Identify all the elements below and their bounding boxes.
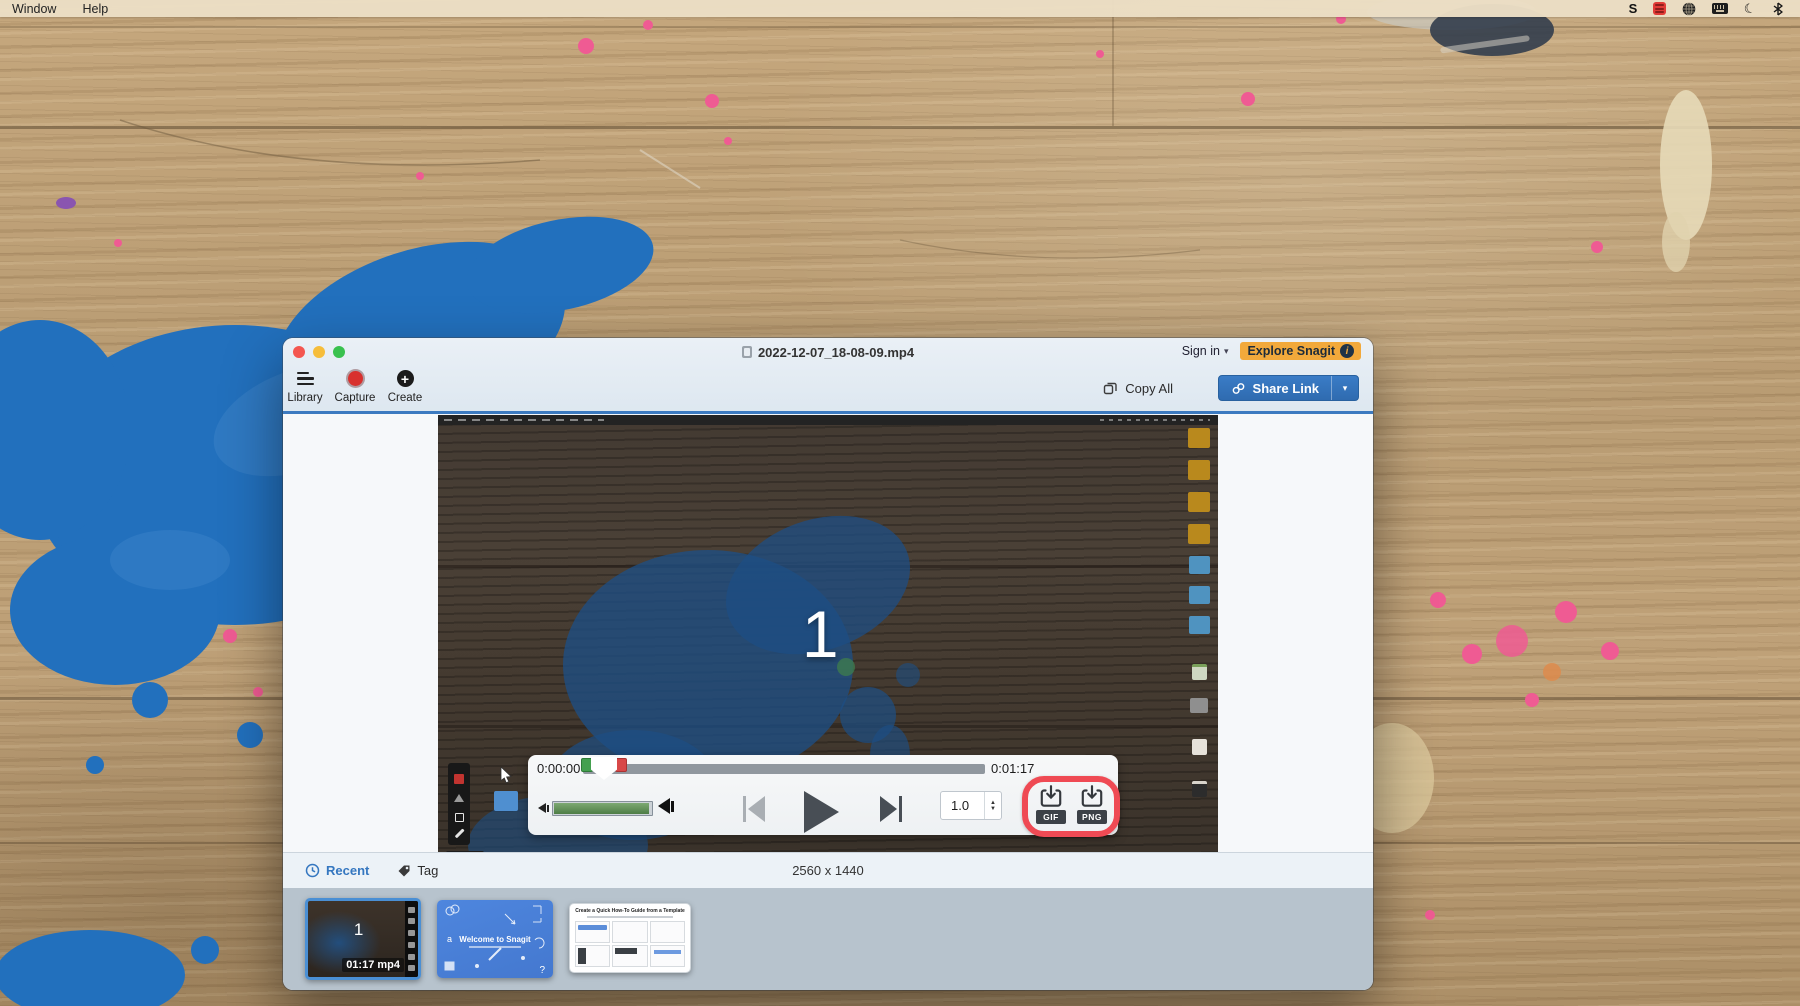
next-frame-button[interactable]	[880, 796, 902, 822]
window-chrome: 2022-12-07_18-08-09.mp4 Sign in ▾ Explor…	[283, 338, 1373, 414]
png-label: PNG	[1077, 810, 1107, 824]
copy-all-label: Copy All	[1125, 381, 1173, 396]
recent-label: Recent	[326, 863, 369, 878]
bluetooth-icon[interactable]	[1772, 2, 1784, 16]
library-label: Library	[287, 392, 322, 404]
total-time: 0:01:17	[991, 761, 1034, 776]
link-icon	[1231, 381, 1246, 396]
thumbnail-template-document[interactable]: Create a Quick How-To Guide from a Templ…	[569, 903, 691, 973]
recorded-menubar	[438, 415, 1218, 425]
video-canvas[interactable]: 1 0:00:00	[438, 415, 1218, 852]
capture-label: Capture	[335, 392, 376, 404]
template-subtitle-line	[587, 916, 673, 918]
speed-value: 1.0	[941, 798, 984, 813]
document-icon	[742, 346, 752, 358]
menu-status-icons: S ☾	[1629, 0, 1800, 17]
snagit-window: 2022-12-07_18-08-09.mp4 Sign in ▾ Explor…	[283, 338, 1373, 990]
share-link-dropdown[interactable]: ▾	[1332, 376, 1358, 400]
volume-slider[interactable]	[552, 801, 653, 816]
menu-window[interactable]: Window	[12, 2, 56, 16]
download-png-icon	[1079, 785, 1105, 809]
previous-frame-button[interactable]	[743, 796, 765, 822]
menu-help[interactable]: Help	[82, 2, 108, 16]
welcome-deco-question: ?	[539, 965, 545, 976]
volume-max-icon	[658, 798, 674, 814]
playhead[interactable]	[591, 757, 617, 780]
share-link-button[interactable]: Share Link ▾	[1218, 375, 1359, 401]
export-png-button[interactable]: PNG	[1075, 785, 1109, 824]
tag-button[interactable]: Tag	[397, 863, 438, 878]
film-strip-icon[interactable]	[1653, 2, 1666, 15]
speed-stepper[interactable]: ▲ ▼	[984, 792, 1001, 819]
player-controls: 0:00:00 0:01:17 1.0	[528, 755, 1118, 835]
thumbnail-welcome-title: Welcome to Snagit	[437, 935, 553, 944]
volume-min-icon	[538, 803, 549, 813]
status-bar: Recent Tag 2560 x 1440	[283, 852, 1373, 888]
thumbnail-welcome-subtitle-line	[469, 946, 520, 948]
template-step-grid	[575, 921, 685, 967]
tag-label: Tag	[417, 863, 438, 878]
pen-icon	[454, 828, 464, 838]
editor-canvas-area: 1 0:00:00	[283, 414, 1373, 852]
recorded-desktop-files	[1186, 428, 1212, 809]
sign-in-button[interactable]: Sign in ▾	[1182, 344, 1229, 358]
explore-snagit-badge[interactable]: Explore Snagit i	[1240, 342, 1361, 360]
toolbar: Library Capture + Create Copy All	[283, 366, 1373, 411]
thumbnail-welcome-image[interactable]: a Welcome to Snagit ?	[437, 900, 553, 978]
recent-filter-button[interactable]: Recent	[305, 863, 369, 878]
info-icon: i	[1340, 344, 1354, 358]
volume-fill	[554, 803, 649, 814]
caret-down-icon: ▾	[1224, 346, 1229, 357]
play-button[interactable]	[804, 791, 839, 833]
copy-all-button[interactable]: Copy All	[1102, 380, 1173, 396]
menu-left: Window Help	[0, 2, 108, 16]
stepper-down-icon[interactable]: ▼	[990, 806, 996, 812]
create-plus-icon: +	[397, 370, 414, 387]
globe-icon[interactable]	[1682, 2, 1696, 16]
download-gif-icon	[1038, 785, 1064, 809]
thumbnail-video-selected[interactable]: 1 01:17 mp4	[305, 898, 421, 980]
recorded-capture-toolbar	[448, 763, 470, 845]
desktop-background: Window Help S ☾	[0, 0, 1800, 1006]
recent-captures-tray: 1 01:17 mp4 a Welcome to Snagit ?	[283, 888, 1373, 990]
thumbnail-template-title: Create a Quick How-To Guide from a Templ…	[575, 908, 685, 914]
create-button[interactable]: + Create	[375, 370, 435, 404]
moon-icon[interactable]: ☾	[1743, 0, 1758, 16]
sign-in-label: Sign in	[1182, 344, 1220, 358]
capture-record-icon	[348, 370, 363, 387]
capture-dimensions: 2560 x 1440	[283, 863, 1373, 878]
export-gif-button[interactable]: GIF	[1034, 785, 1068, 824]
library-icon	[297, 370, 314, 387]
thumbnail-video-number: 1	[354, 920, 363, 940]
record-stop-icon	[454, 774, 464, 784]
menu-bar: Window Help S ☾	[0, 0, 1800, 17]
thumbnail-video-duration: 01:17 mp4	[342, 958, 404, 972]
snagit-s-icon[interactable]: S	[1629, 2, 1638, 16]
create-label: Create	[388, 392, 423, 404]
clock-icon	[305, 863, 320, 878]
keyboard-icon[interactable]	[1712, 3, 1728, 14]
film-sprockets	[405, 901, 418, 977]
recorded-cursor-icon	[500, 767, 513, 784]
recorded-blue-file-icon	[494, 791, 518, 811]
tag-icon	[397, 864, 411, 878]
title-bar-right: Sign in ▾ Explore Snagit i	[1182, 342, 1361, 360]
share-link-label: Share Link	[1253, 381, 1319, 396]
timeline-track[interactable]	[583, 764, 985, 774]
playback-speed-control[interactable]: 1.0 ▲ ▼	[940, 791, 1002, 820]
window-title: 2022-12-07_18-08-09.mp4	[758, 345, 914, 360]
shapes-icon	[454, 794, 464, 802]
explore-snagit-label: Explore Snagit	[1247, 344, 1335, 358]
gif-label: GIF	[1036, 810, 1066, 824]
copy-icon	[1102, 380, 1118, 396]
video-overlay-number: 1	[802, 596, 839, 672]
title-bar: 2022-12-07_18-08-09.mp4 Sign in ▾ Explor…	[283, 338, 1373, 366]
current-time: 0:00:00	[537, 761, 580, 776]
region-icon	[455, 813, 464, 822]
